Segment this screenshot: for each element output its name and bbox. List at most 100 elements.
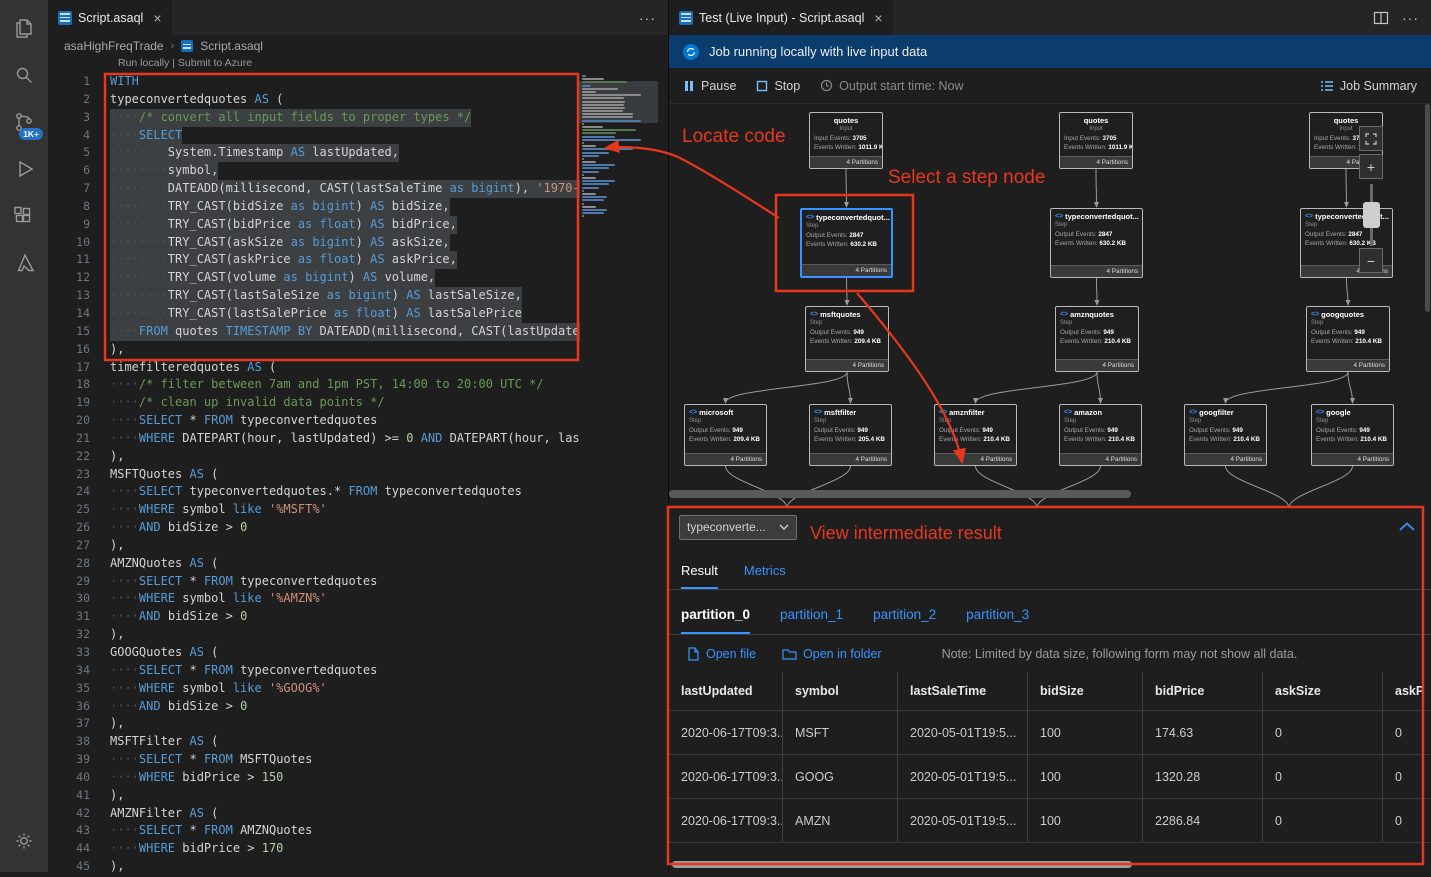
node-stat: Input Events: 3705	[1060, 135, 1132, 144]
node-stat: Events Written: 209.4 KB	[806, 338, 888, 347]
node-title: amznquotes	[1070, 310, 1114, 319]
diagram-node-quotes[interactable]: quotesInputInput Events: 3705Events Writ…	[1059, 112, 1133, 169]
pause-button[interactable]: Pause	[683, 79, 736, 93]
run-debug-icon[interactable]	[0, 145, 48, 192]
breadcrumb[interactable]: asaHighFreqTrade › Script.asaql	[48, 35, 668, 57]
tab-result[interactable]: Result	[681, 563, 718, 589]
explorer-icon[interactable]	[0, 4, 48, 51]
code-step-icon: < >	[1064, 408, 1071, 417]
diagram-horizontal-scrollbar[interactable]	[669, 490, 1131, 498]
code-line: 17timefilteredquotes AS (	[48, 359, 668, 377]
azure-icon[interactable]	[0, 239, 48, 286]
minimap[interactable]	[582, 75, 654, 218]
line-number: 19	[48, 394, 110, 412]
node-partitions-label: 4 Partitions	[1060, 453, 1141, 465]
zoom-slider-thumb[interactable]	[1363, 202, 1380, 228]
settings-gear-icon[interactable]	[0, 817, 48, 864]
line-number: 26	[48, 519, 110, 537]
node-kind-label: Step	[1060, 417, 1141, 427]
node-kind-label: Step	[802, 222, 891, 232]
table-cell: 100	[1028, 711, 1143, 754]
table-header-row: lastUpdatedsymbollastSaleTimebidSizebidP…	[669, 672, 1431, 711]
tab-partition-1[interactable]: partition_1	[780, 607, 843, 634]
code-step-icon: < >	[1189, 408, 1196, 417]
diagram-node-amznfilter[interactable]: < >amznfilterStepOutput Events: 949Event…	[934, 404, 1017, 466]
tab-metrics[interactable]: Metrics	[744, 563, 786, 589]
table-cell: 0	[1263, 711, 1383, 754]
source-control-icon[interactable]: 1K+	[0, 98, 48, 145]
minimap-line	[582, 139, 641, 141]
diagram-node-quotes[interactable]: quotesInputInput Events: 3705Events Writ…	[809, 112, 883, 169]
code-line: 44····WHERE bidPrice > 170	[48, 840, 668, 858]
table-cell: 2020-05-01T19:5...	[898, 755, 1028, 798]
step-select-dropdown[interactable]: typeconverte...	[679, 515, 797, 540]
tab-partition-2[interactable]: partition_2	[873, 607, 936, 634]
code-step-icon: < >	[1060, 310, 1067, 319]
table-row[interactable]: 2020-06-17T09:3...AMZN2020-05-01T19:5...…	[669, 799, 1431, 843]
codelens-run-submit[interactable]: Run locally | Submit to Azure	[118, 57, 668, 73]
breadcrumb-file[interactable]: Script.asaql	[200, 39, 263, 53]
diagram-node-googfilter[interactable]: < >googfilterStepOutput Events: 949Event…	[1184, 404, 1267, 466]
node-kind-label: Step	[1056, 319, 1138, 329]
line-number: 29	[48, 573, 110, 591]
node-stat: Output Events: 949	[1056, 329, 1138, 338]
node-partitions-label: 4 Partitions	[810, 453, 891, 465]
extensions-icon[interactable]	[0, 192, 48, 239]
zoom-out-button[interactable]: −	[1359, 248, 1383, 273]
tab-test-live-input[interactable]: Test (Live Input) - Script.asaql ×	[669, 0, 893, 35]
diagram-node-msftquotes[interactable]: < >msftquotesStepOutput Events: 949Event…	[805, 306, 889, 372]
node-kind-label: Step	[1185, 417, 1266, 427]
zoom-in-button[interactable]: +	[1359, 154, 1383, 179]
code-line: 32),	[48, 626, 668, 644]
stop-button[interactable]: Stop	[756, 79, 800, 93]
panel-actions-ellipsis[interactable]: ···	[1402, 10, 1419, 26]
line-number: 17	[48, 359, 110, 377]
search-icon[interactable]	[0, 51, 48, 98]
node-stat: Events Written: 1011.9 KB	[810, 144, 882, 153]
code-editor[interactable]: 1WITH2typeconvertedquotes AS (3····/* co…	[48, 73, 668, 872]
diagram-node-googquotes[interactable]: < >googquotesStepOutput Events: 949Event…	[1306, 306, 1390, 372]
tab-script-asaql[interactable]: Script.asaql ×	[48, 0, 172, 35]
table-row[interactable]: 2020-06-17T09:3...GOOG2020-05-01T19:5...…	[669, 755, 1431, 799]
minimap-line	[582, 120, 641, 122]
node-stat: Events Written: 205.4 KB	[810, 436, 891, 445]
line-number: 32	[48, 626, 110, 644]
chevron-down-icon	[779, 524, 789, 530]
file-icon	[687, 647, 700, 661]
open-file-link[interactable]: Open file	[687, 647, 756, 661]
diagram-vertical-scrollbar[interactable]	[1425, 104, 1430, 312]
app-window: 1K+ Script.asaql × ··· asaHighFreqT	[0, 0, 1431, 872]
diagram-node-google[interactable]: < >googleStepOutput Events: 949Events Wr…	[1311, 404, 1394, 466]
node-stat: Input Events: 3705	[810, 135, 882, 144]
collapse-panel-button[interactable]	[1399, 520, 1415, 534]
diagram-node-amazon[interactable]: < >amazonStepOutput Events: 949Events Wr…	[1059, 404, 1142, 466]
line-number: 18	[48, 376, 110, 394]
diagram-node-msftfilter[interactable]: < >msftfilterStepOutput Events: 949Event…	[809, 404, 892, 466]
node-title: googfilter	[1199, 408, 1234, 417]
table-row[interactable]: 2020-06-17T09:3...MSFT2020-05-01T19:5...…	[669, 711, 1431, 755]
diagram-node-amznquotes[interactable]: < >amznquotesStepOutput Events: 949Event…	[1055, 306, 1139, 372]
tab-partition-0[interactable]: partition_0	[681, 607, 750, 634]
breadcrumb-folder[interactable]: asaHighFreqTrade	[64, 39, 164, 53]
minimap-line	[582, 104, 624, 106]
tab-close-icon[interactable]: ×	[153, 10, 161, 26]
table-cell: 2020-06-17T09:3...	[669, 799, 783, 842]
open-in-folder-link[interactable]: Open in folder	[782, 647, 882, 661]
diagram-node-microsoft[interactable]: < >microsoftStepOutput Events: 949Events…	[684, 404, 767, 466]
line-number: 3	[48, 109, 110, 127]
diagram-node-typeconvertedquot[interactable]: < >typeconvertedquot...StepOutput Events…	[800, 208, 893, 278]
editor-actions-ellipsis[interactable]: ···	[639, 10, 656, 26]
split-editor-icon[interactable]	[1372, 9, 1390, 27]
diagram-node-typeconvertedquot[interactable]: < >typeconvertedquot...StepOutput Events…	[1050, 208, 1143, 278]
minimap-line	[582, 155, 599, 157]
results-actions-row: Open file Open in folder Note: Limited b…	[669, 635, 1431, 672]
column-header: symbol	[783, 672, 898, 710]
tab-close-icon[interactable]: ×	[874, 10, 882, 26]
job-summary-button[interactable]: Job Summary	[1320, 79, 1417, 93]
table-horizontal-scrollbar[interactable]	[672, 861, 1132, 868]
zoom-slider[interactable]	[1370, 184, 1373, 246]
job-diagram[interactable]: quotesInputInput Events: 3705Events Writ…	[669, 104, 1431, 506]
fit-to-screen-button[interactable]	[1359, 126, 1383, 151]
code-line: 18····/* filter between 7am and 1pm PST,…	[48, 376, 668, 394]
tab-partition-3[interactable]: partition_3	[966, 607, 1029, 634]
